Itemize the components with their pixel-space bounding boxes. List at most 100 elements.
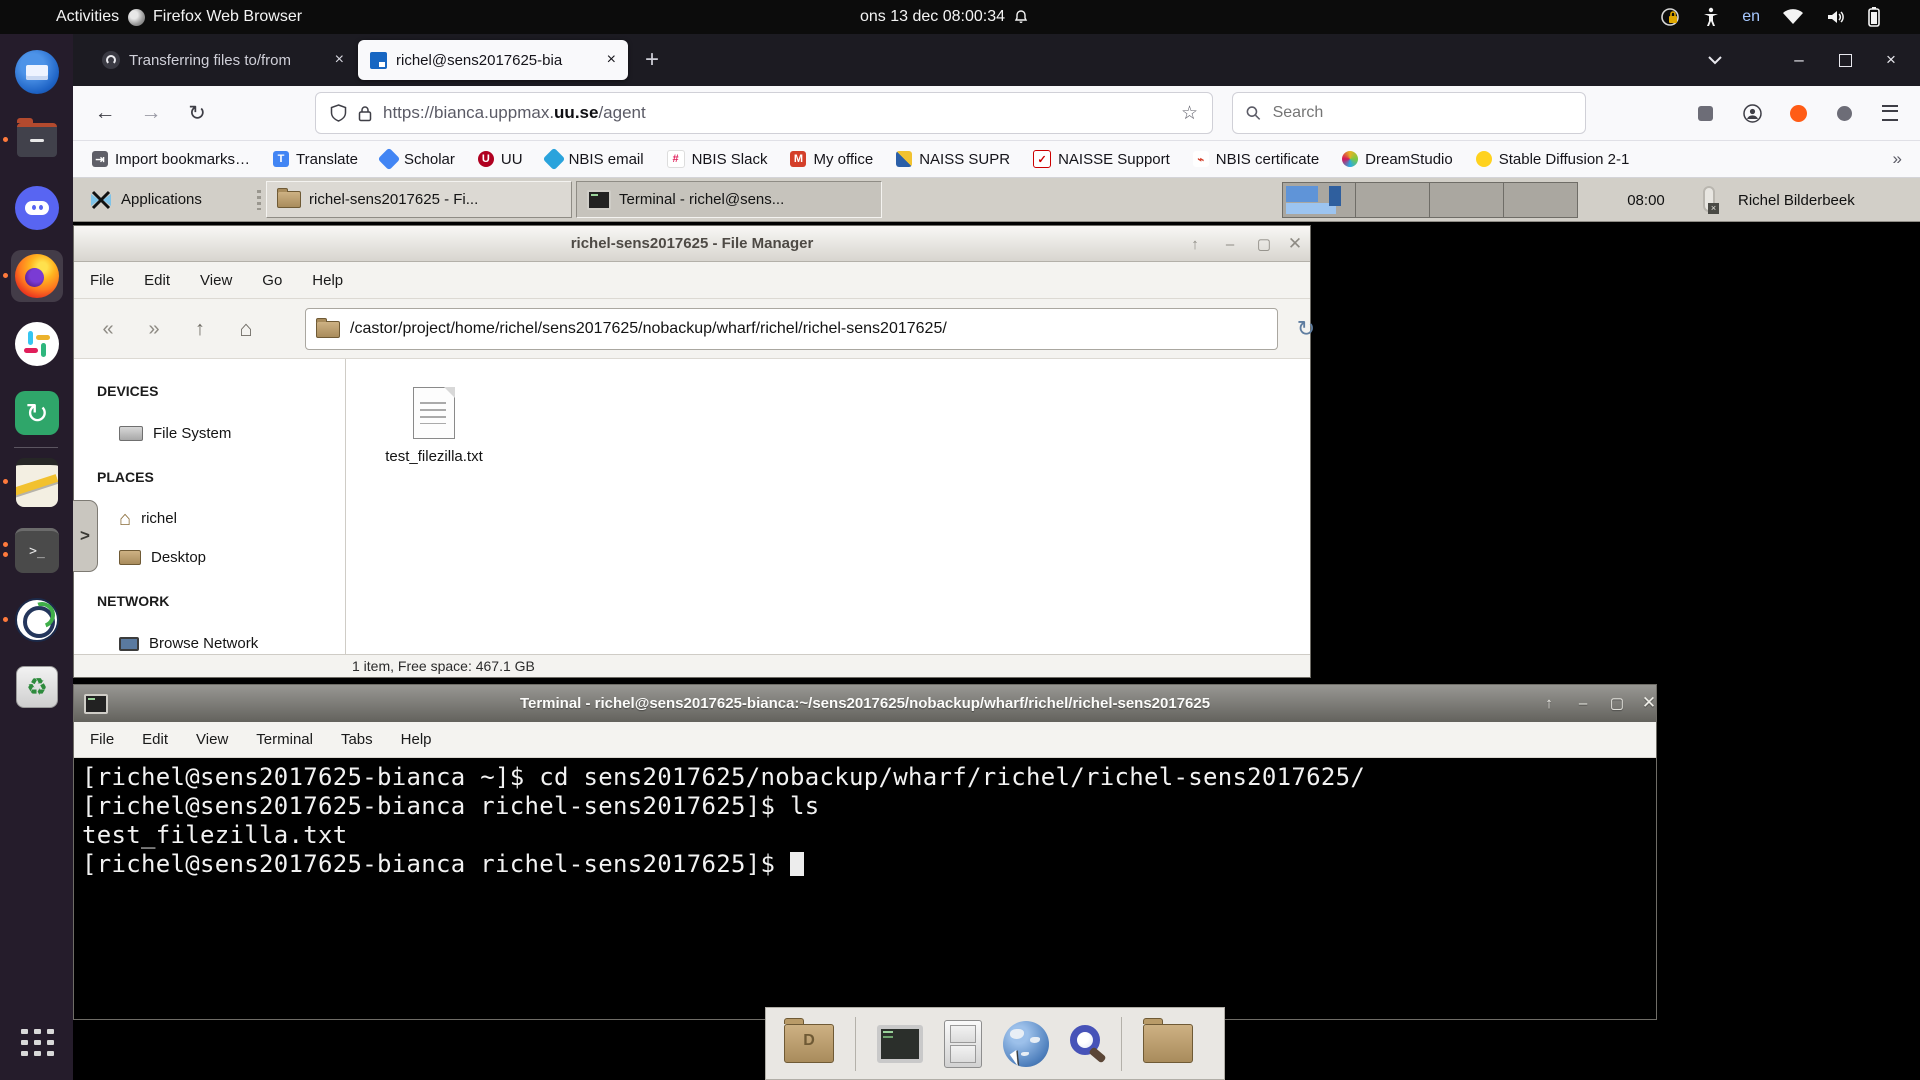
menu-go[interactable]: Go [262,272,282,289]
dock-sync-app[interactable]: ↻ [11,387,63,439]
user-indicator[interactable]: Richel Bilderbeek [1738,178,1855,222]
bookmark-naisse-support[interactable]: ✓ NAISSE Support [1033,150,1170,168]
window-close-button[interactable]: × [1875,44,1907,76]
menu-terminal[interactable]: Terminal [256,731,313,748]
bookmarks-overflow-chevron[interactable]: » [1893,149,1903,169]
reload-icon[interactable]: ↻ [180,96,214,130]
search-box[interactable] [1232,92,1586,134]
dock-folder-icon[interactable] [1143,1018,1193,1063]
dock-discord[interactable] [11,182,63,234]
dock-firefox[interactable] [11,250,63,302]
new-tab-button[interactable]: + [645,46,659,74]
extension-icon-1[interactable] [1688,96,1722,130]
bookmark-my-office[interactable]: M My office [790,151,873,168]
dock-terminal[interactable]: >_ [11,524,63,576]
dock-files[interactable] [11,114,63,166]
menu-help[interactable]: Help [401,731,432,748]
file-item-test-filezilla[interactable]: test_filezilla.txt [348,387,520,465]
sidebar-item-file-system[interactable]: File System [119,425,231,442]
panel-reveal-flap[interactable]: > [73,500,98,572]
path-bar[interactable]: /castor/project/home/richel/sens2017625/… [305,308,1278,350]
shade-icon[interactable]: ↑ [1180,230,1210,258]
taskbar-item-file-manager[interactable]: richel-sens2017625 - Fi... [266,181,572,218]
clipman-icon[interactable] [1703,186,1719,214]
bookmark-scholar[interactable]: Scholar [377,147,455,171]
menu-edit[interactable]: Edit [142,731,168,748]
maximize-icon[interactable]: ▢ [1602,689,1632,717]
minimize-icon[interactable]: – [1215,230,1245,258]
dock-folder-d-icon[interactable] [784,1018,834,1063]
tab-close-icon[interactable]: × [335,51,344,69]
shield-icon[interactable] [330,104,347,122]
shade-icon[interactable]: ↑ [1534,689,1564,717]
bookmark-nbis-slack[interactable]: # NBIS Slack [666,150,767,168]
list-all-tabs-icon[interactable] [1699,44,1731,76]
bookmark-star-icon[interactable]: ☆ [1181,102,1198,125]
workspace-4[interactable] [1504,182,1578,218]
tab-close-icon[interactable]: × [607,51,616,69]
applications-menu-button[interactable]: Applications [79,181,253,218]
tab-richel-sens-active[interactable]: richel@sens2017625-bia × [358,40,628,80]
bookmark-uu[interactable]: U UU [477,151,523,168]
menu-tabs[interactable]: Tabs [341,731,373,748]
window-maximize-button[interactable] [1829,44,1861,76]
workspace-2[interactable] [1356,182,1430,218]
back-icon[interactable]: « [90,312,126,346]
up-icon[interactable]: ↑ [182,312,218,346]
lock-icon[interactable] [358,105,372,122]
taskbar-item-terminal[interactable]: Terminal - richel@sens... [576,181,882,218]
home-icon[interactable]: ⌂ [228,312,264,346]
menu-file[interactable]: File [90,272,114,289]
menu-file[interactable]: File [90,731,114,748]
menu-edit[interactable]: Edit [144,272,170,289]
dock-thunderbird[interactable] [11,46,63,98]
bookmark-dreamstudio[interactable]: DreamStudio [1342,151,1453,168]
dock-search-icon[interactable] [1070,1024,1100,1055]
menu-help[interactable]: Help [312,272,343,289]
forward-icon[interactable]: » [136,312,172,346]
show-applications-button[interactable] [11,1016,63,1068]
dock-web-browser-icon[interactable] [1003,1020,1049,1067]
close-icon[interactable]: ✕ [1280,230,1310,258]
bookmark-stable-diffusion[interactable]: Stable Diffusion 2-1 [1475,151,1629,168]
account-icon[interactable] [1735,96,1769,130]
terminal-output[interactable]: [richel@sens2017625-bianca ~]$ cd sens20… [74,758,1656,1019]
sidebar-item-richel[interactable]: ⌂ richel [119,509,177,529]
dock-slack[interactable] [11,318,63,370]
tab-transferring-files[interactable]: Transferring files to/from × [90,40,356,80]
focused-app-menu[interactable]: Firefox Web Browser [128,0,302,34]
dock-rings-app[interactable] [11,594,63,646]
dock-notes[interactable] [11,456,63,508]
bookmark-nbis-email[interactable]: NBIS email [542,147,644,171]
clock-menu[interactable]: ons 13 dec 08:00:34 [860,0,1029,34]
menu-icon[interactable] [1873,96,1907,130]
activities-button[interactable]: Activities [56,0,119,34]
file-list-area[interactable]: test_filezilla.txt [346,359,1310,656]
reload-icon[interactable]: ↻ [1288,312,1324,346]
menu-view[interactable]: View [200,272,232,289]
close-icon[interactable]: ✕ [1634,689,1664,717]
bookmark-naiss-supr[interactable]: NAISS SUPR [896,151,1010,168]
extension-icon-3[interactable] [1827,96,1861,130]
dock-file-cabinet-icon[interactable] [944,1019,982,1068]
dock-trash[interactable]: ♻ [11,661,63,713]
system-tray[interactable]: en [1660,0,1880,34]
bookmark-translate[interactable]: T Translate [273,151,358,168]
dock-terminal-icon[interactable] [877,1024,923,1063]
bookmark-import[interactable]: ⇥ Import bookmarks… [92,151,250,168]
menu-view[interactable]: View [196,731,228,748]
workspace-pager[interactable] [1282,182,1578,218]
sidebar-item-desktop[interactable]: Desktop [119,549,206,566]
window-minimize-button[interactable]: – [1783,44,1815,76]
minimize-icon[interactable]: – [1568,689,1598,717]
file-manager-titlebar[interactable]: richel-sens2017625 - File Manager ↑ – ▢ … [74,226,1310,262]
url-bar[interactable]: https://bianca.uppmax.uu.se/agent ☆ [315,92,1213,134]
extension-icon-2[interactable] [1781,96,1815,130]
terminal-titlebar[interactable]: Terminal - richel@sens2017625-bianca:~/s… [74,685,1656,722]
bookmark-nbis-certificate[interactable]: ⌁ NBIS certificate [1192,151,1319,168]
forward-icon[interactable]: → [134,96,168,130]
maximize-icon[interactable]: ▢ [1249,230,1279,258]
workspace-3[interactable] [1430,182,1504,218]
xfce-clock[interactable]: 08:00 [1610,178,1682,222]
workspace-1[interactable] [1282,182,1356,218]
